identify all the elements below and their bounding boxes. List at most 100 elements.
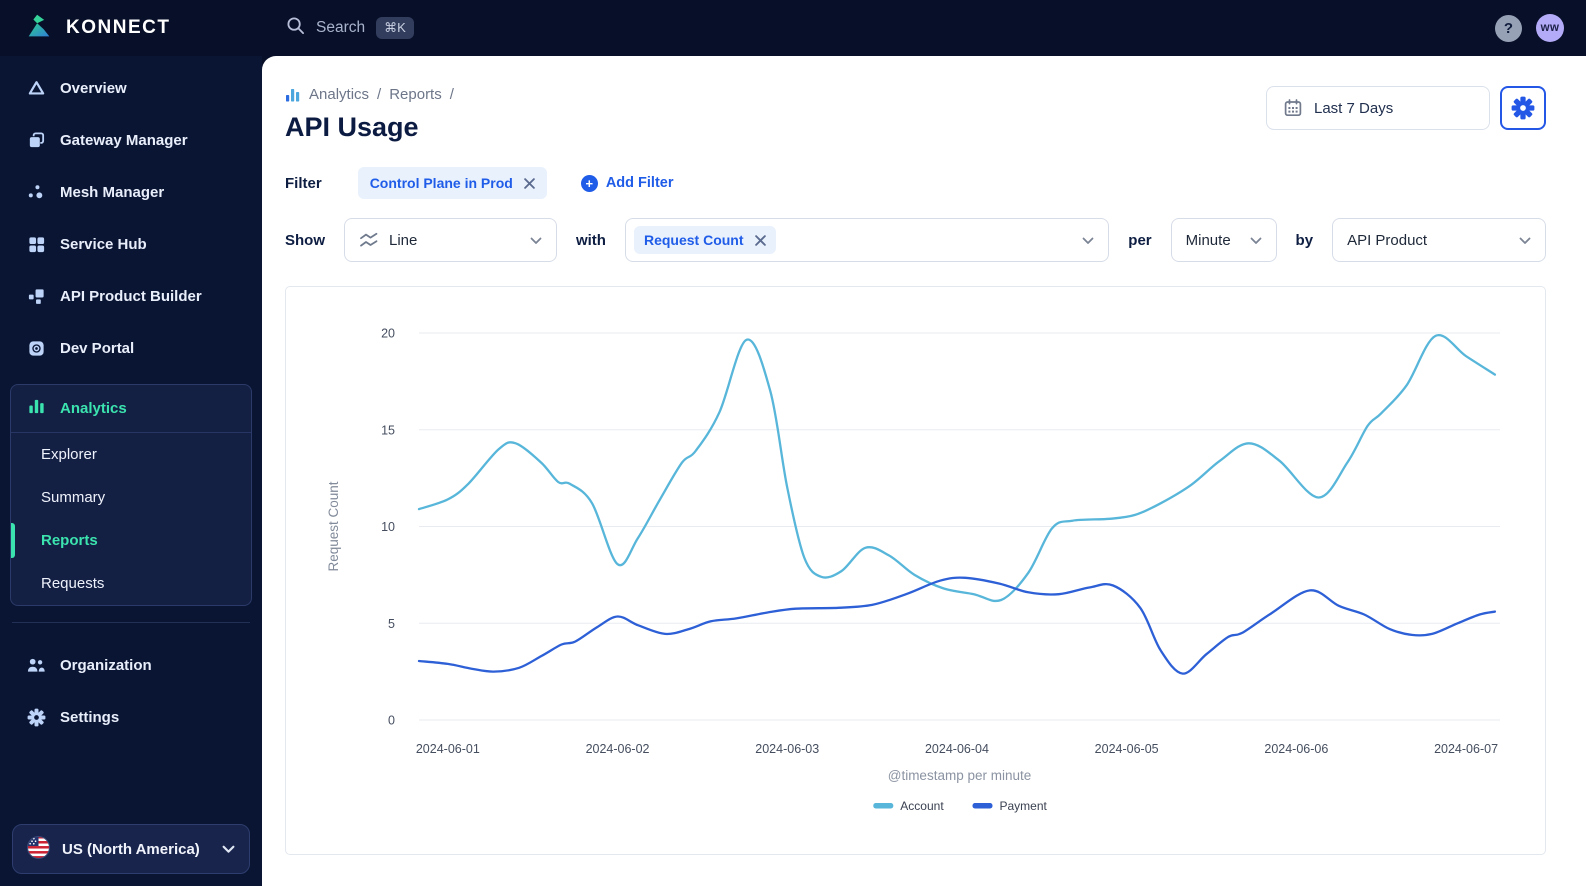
filter-chip-control-plane[interactable]: Control Plane in Prod bbox=[357, 167, 547, 199]
sidebar-item-organization[interactable]: Organization bbox=[10, 639, 252, 691]
search-input[interactable]: Search ⌘K bbox=[286, 16, 414, 40]
sidebar-item-overview[interactable]: Overview bbox=[10, 62, 252, 114]
granularity-value: Minute bbox=[1185, 231, 1231, 249]
main-content: Analytics / Reports / API Usage Last 7 D… bbox=[262, 56, 1586, 886]
sidebar-item-label: Organization bbox=[60, 656, 152, 674]
chart-type-value: Line bbox=[389, 231, 418, 249]
close-icon[interactable] bbox=[754, 234, 766, 246]
breadcrumb-separator: / bbox=[449, 86, 454, 103]
chevron-down-icon bbox=[530, 232, 542, 249]
sidebar-item-reports[interactable]: Reports bbox=[11, 519, 251, 562]
date-range-label: Last 7 Days bbox=[1314, 99, 1394, 117]
legend-label-account[interactable]: Account bbox=[900, 799, 944, 813]
granularity-select[interactable]: Minute bbox=[1170, 218, 1277, 262]
sidebar-item-label: Mesh Manager bbox=[60, 183, 165, 201]
y-tick-label: 10 bbox=[381, 520, 395, 534]
usage-line-chart: 0 5 10 15 20 Request Count 2024-06-01 2024-06-0… bbox=[326, 327, 1500, 813]
sidebar-item-analytics[interactable]: Analytics bbox=[11, 385, 251, 433]
group-by-value: API Product bbox=[1347, 231, 1428, 249]
breadcrumb: Analytics / Reports / bbox=[285, 86, 454, 103]
api-product-builder-icon bbox=[26, 287, 46, 306]
chart-card: 0 5 10 15 20 Request Count 2024-06-01 2024-06-0… bbox=[285, 286, 1546, 855]
sidebar-item-summary[interactable]: Summary bbox=[11, 476, 251, 519]
by-label: by bbox=[1295, 231, 1314, 249]
konnect-logo-icon bbox=[24, 11, 54, 46]
brand-wordmark: KONNECT bbox=[66, 17, 171, 38]
sidebar-item-label: API Product Builder bbox=[60, 287, 202, 305]
x-tick-label: 2024-06-02 bbox=[586, 742, 650, 756]
legend-label-payment[interactable]: Payment bbox=[1000, 799, 1048, 813]
sidebar-item-explorer[interactable]: Explorer bbox=[11, 433, 251, 476]
line-chart-icon bbox=[359, 232, 379, 249]
sidebar-item-requests[interactable]: Requests bbox=[11, 562, 251, 605]
gear-icon bbox=[1511, 96, 1535, 120]
search-placeholder: Search bbox=[316, 19, 366, 36]
avatar[interactable]: ww bbox=[1536, 14, 1564, 42]
sidebar-item-label: Overview bbox=[60, 79, 127, 97]
group-by-select[interactable]: API Product bbox=[1332, 218, 1546, 262]
y-tick-label: 5 bbox=[388, 617, 395, 631]
calendar-icon bbox=[1283, 98, 1303, 118]
sidebar-analytics-section: Analytics Explorer Summary Reports Reque… bbox=[10, 384, 252, 606]
gateway-manager-icon bbox=[26, 131, 46, 150]
help-icon: ? bbox=[1503, 19, 1514, 37]
y-axis-label: Request Count bbox=[326, 481, 341, 571]
x-tick-label: 2024-06-06 bbox=[1264, 742, 1328, 756]
sidebar-item-label: Service Hub bbox=[60, 235, 147, 253]
help-button[interactable]: ? bbox=[1495, 14, 1522, 42]
sidebar-item-api-product-builder[interactable]: API Product Builder bbox=[10, 270, 252, 322]
metric-chip-request-count[interactable]: Request Count bbox=[633, 226, 776, 254]
with-label: with bbox=[575, 231, 606, 249]
region-selector[interactable]: US (North America) bbox=[12, 824, 250, 874]
y-tick-label: 0 bbox=[388, 714, 395, 728]
per-label: per bbox=[1128, 231, 1152, 249]
chevron-down-icon bbox=[1250, 232, 1262, 249]
topbar: KONNECT Search ⌘K ? ww bbox=[0, 0, 1586, 56]
close-icon[interactable] bbox=[523, 177, 535, 189]
search-shortcut-badge: ⌘K bbox=[376, 17, 414, 39]
metrics-multiselect[interactable]: Request Count bbox=[624, 218, 1110, 262]
x-axis-label: @timestamp per minute bbox=[888, 768, 1032, 783]
avatar-initials: ww bbox=[1540, 22, 1560, 34]
add-filter-button[interactable]: + Add Filter bbox=[580, 174, 673, 192]
subitem-label: Requests bbox=[41, 575, 105, 592]
sidebar-item-mesh-manager[interactable]: Mesh Manager bbox=[10, 166, 252, 218]
breadcrumb-analytics-icon bbox=[285, 87, 301, 103]
overview-icon bbox=[26, 79, 46, 98]
chevron-down-icon bbox=[1082, 232, 1094, 249]
chart-type-select[interactable]: Line bbox=[344, 218, 557, 262]
x-tick-label: 2024-06-04 bbox=[925, 742, 989, 756]
us-flag-icon bbox=[27, 835, 50, 863]
y-tick-label: 20 bbox=[381, 327, 395, 341]
breadcrumb-separator: / bbox=[377, 86, 382, 103]
sidebar-analytics-label: Analytics bbox=[60, 400, 127, 417]
sidebar-item-label: Gateway Manager bbox=[60, 131, 188, 149]
x-tick-label: 2024-06-03 bbox=[755, 742, 819, 756]
page-title: API Usage bbox=[285, 112, 419, 142]
brand[interactable]: KONNECT bbox=[0, 11, 262, 46]
chart-settings-button[interactable] bbox=[1500, 86, 1546, 130]
breadcrumb-item-reports[interactable]: Reports bbox=[389, 86, 442, 103]
sidebar-item-service-hub[interactable]: Service Hub bbox=[10, 218, 252, 270]
sidebar-item-label: Settings bbox=[60, 708, 120, 726]
sidebar-item-gateway-manager[interactable]: Gateway Manager bbox=[10, 114, 252, 166]
legend-swatch-account[interactable] bbox=[873, 803, 894, 809]
x-tick-label: 2024-06-01 bbox=[416, 742, 480, 756]
sidebar-divider bbox=[12, 622, 250, 623]
filter-label: Filter bbox=[285, 174, 322, 192]
plus-circle-icon: + bbox=[580, 174, 598, 192]
metric-chip-label: Request Count bbox=[643, 232, 744, 248]
sidebar: Overview Gateway Manager Mesh Manager Se… bbox=[0, 56, 262, 886]
dev-portal-icon bbox=[26, 339, 46, 358]
y-tick-label: 15 bbox=[381, 423, 395, 437]
mesh-manager-icon bbox=[26, 183, 46, 202]
sidebar-item-label: Dev Portal bbox=[60, 339, 135, 357]
sidebar-item-settings[interactable]: Settings bbox=[10, 691, 252, 743]
breadcrumb-item-analytics[interactable]: Analytics bbox=[309, 86, 369, 103]
x-tick-label: 2024-06-07 bbox=[1434, 742, 1498, 756]
search-icon bbox=[286, 16, 305, 40]
subitem-label: Explorer bbox=[41, 446, 97, 463]
date-range-button[interactable]: Last 7 Days bbox=[1266, 86, 1490, 130]
sidebar-item-dev-portal[interactable]: Dev Portal bbox=[10, 322, 252, 374]
legend-swatch-payment[interactable] bbox=[972, 803, 993, 809]
